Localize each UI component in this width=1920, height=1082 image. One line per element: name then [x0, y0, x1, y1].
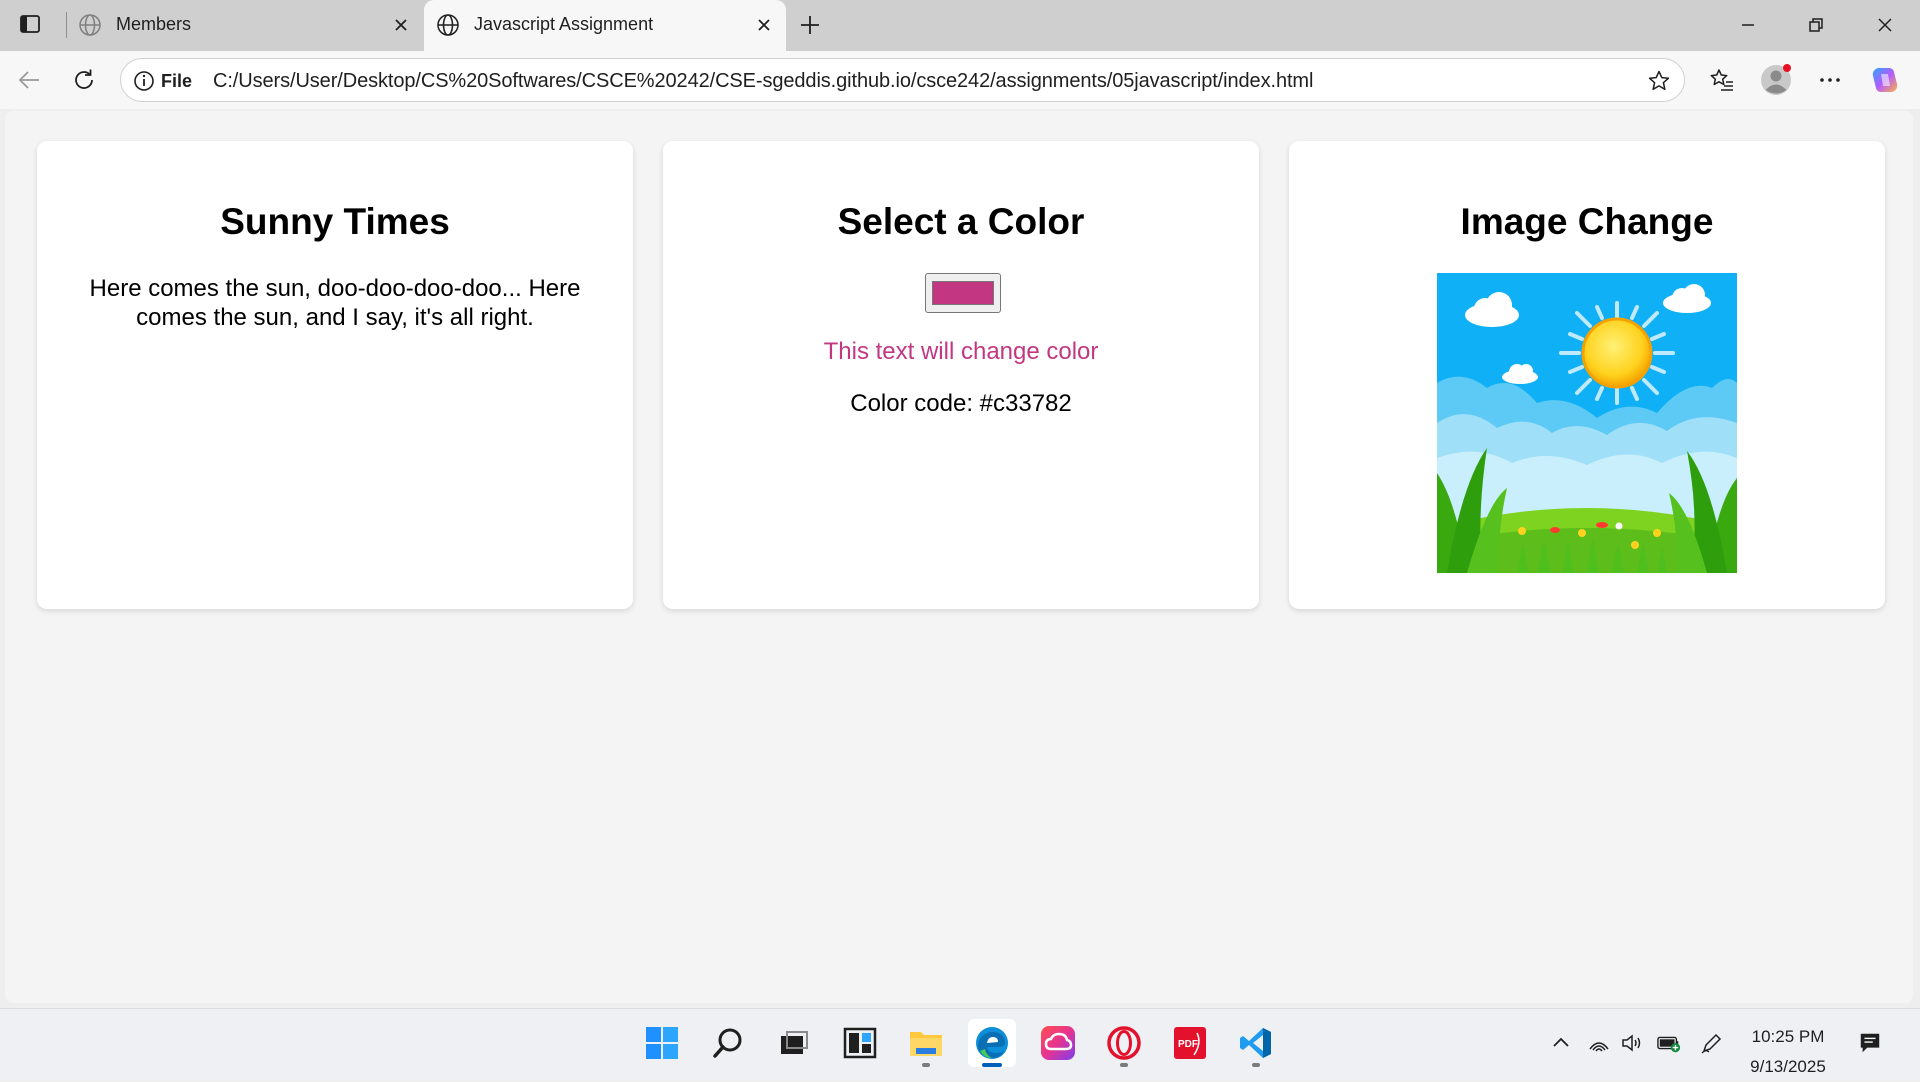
- battery-button[interactable]: [1657, 1031, 1681, 1055]
- tab-title: Javascript Assignment: [474, 14, 654, 34]
- clock-date: 9/13/2025: [1750, 1057, 1826, 1076]
- copilot-button[interactable]: [1867, 62, 1903, 98]
- url-text[interactable]: C:/Users/User/Desktop/CS%20Softwares/CSC…: [213, 70, 1313, 93]
- browser-toolbar: File C:/Users/User/Desktop/CS%20Software…: [0, 51, 1920, 109]
- opera-icon: [1107, 1026, 1141, 1060]
- running-indicator: [1120, 1063, 1128, 1067]
- lyrics-text: Here comes the sun, doo-doo-doo-doo... H…: [89, 275, 581, 331]
- chevron-up-icon: [1553, 1037, 1569, 1047]
- color-code-text: Color code: #c33782: [850, 390, 1072, 417]
- pen-icon: [1701, 1033, 1722, 1054]
- favorite-star-button[interactable]: [1646, 68, 1672, 94]
- more-icon: [1820, 78, 1840, 82]
- tab-actions-icon: [20, 15, 40, 33]
- running-indicator: [922, 1063, 930, 1067]
- favorites-list-icon: [1710, 69, 1733, 91]
- network-button[interactable]: [1587, 1031, 1611, 1055]
- opera-button[interactable]: [1100, 1019, 1148, 1067]
- select-color-card: Select a Color This text will change col…: [663, 141, 1259, 609]
- tab-title: Members: [116, 14, 192, 34]
- notification-icon: [1860, 1033, 1880, 1053]
- image-change-card: Image Change: [1289, 141, 1885, 609]
- profile-button[interactable]: [1758, 62, 1794, 98]
- restore-icon: [1809, 18, 1823, 32]
- search-icon: [713, 1028, 742, 1058]
- star-icon: [1648, 70, 1670, 91]
- color-swatch: [932, 281, 994, 305]
- site-info-button[interactable]: File: [133, 69, 192, 93]
- battery-charging-icon: [1657, 1036, 1681, 1053]
- widgets-button[interactable]: [836, 1019, 884, 1067]
- creative-cloud-icon: [1041, 1026, 1075, 1060]
- pen-menu-button[interactable]: [1700, 1031, 1724, 1055]
- start-button[interactable]: [638, 1019, 686, 1067]
- refresh-button[interactable]: [66, 62, 102, 98]
- show-hidden-icons-button[interactable]: [1549, 1031, 1573, 1055]
- restore-button[interactable]: [1794, 8, 1838, 42]
- back-button[interactable]: [12, 62, 48, 98]
- vscode-icon: [1240, 1028, 1271, 1058]
- globe-icon: [436, 13, 460, 37]
- address-bar[interactable]: File C:/Users/User/Desktop/CS%20Software…: [120, 58, 1685, 102]
- info-icon: [134, 71, 154, 91]
- tab-separator: [66, 12, 67, 38]
- running-indicator: [982, 1063, 1002, 1067]
- creative-cloud-button[interactable]: [1034, 1019, 1082, 1067]
- back-arrow-icon: [18, 71, 39, 89]
- wifi-icon: [1589, 1042, 1609, 1052]
- plus-icon: [801, 16, 819, 34]
- svg-text:PDF: PDF: [1178, 1039, 1198, 1050]
- vscode-button[interactable]: [1232, 1019, 1280, 1067]
- notifications-button[interactable]: [1858, 1031, 1882, 1055]
- avatar: [1761, 64, 1791, 95]
- sunny-times-card: Sunny Times Here comes the sun, doo-doo-…: [37, 141, 633, 609]
- close-window-button[interactable]: [1863, 8, 1907, 42]
- close-tab-icon[interactable]: [752, 13, 776, 37]
- sunny-meadow-image[interactable]: [1437, 273, 1737, 573]
- page-viewport: Sunny Times Here comes the sun, doo-doo-…: [5, 111, 1913, 1003]
- new-tab-button[interactable]: [796, 11, 824, 39]
- speaker-icon: [1622, 1034, 1641, 1052]
- browser-tab-strip: Members Javascript Assignment: [0, 0, 1920, 51]
- favorites-button[interactable]: [1704, 62, 1740, 98]
- refresh-icon: [75, 69, 93, 89]
- pdf-app-button[interactable]: PDF: [1166, 1019, 1214, 1067]
- tab-members[interactable]: Members: [68, 0, 423, 51]
- globe-icon: [78, 13, 102, 37]
- card-title: Image Change: [1460, 201, 1714, 242]
- task-view-button[interactable]: [770, 1019, 818, 1067]
- taskbar-clock[interactable]: 10:25 PM 9/13/2025: [1738, 1022, 1838, 1082]
- volume-button[interactable]: [1620, 1031, 1644, 1055]
- folder-icon: [910, 1032, 942, 1056]
- file-explorer-button[interactable]: [902, 1019, 950, 1067]
- color-change-text: This text will change color: [823, 338, 1099, 365]
- edge-taskbar-button[interactable]: [968, 1019, 1016, 1067]
- card-title: Sunny Times: [220, 201, 450, 242]
- minimize-button[interactable]: [1726, 8, 1770, 42]
- pdf-icon: PDF: [1174, 1027, 1206, 1059]
- minimize-icon: [1742, 24, 1754, 26]
- close-tab-icon[interactable]: [389, 13, 413, 37]
- widgets-icon: [843, 1027, 877, 1059]
- site-info-label: File: [161, 70, 193, 91]
- tab-javascript-assignment[interactable]: Javascript Assignment: [424, 0, 786, 51]
- search-button[interactable]: [704, 1019, 752, 1067]
- card-title: Select a Color: [837, 201, 1085, 242]
- more-options-button[interactable]: [1812, 62, 1848, 98]
- tab-actions-menu-button[interactable]: [17, 11, 43, 37]
- windows-taskbar: PDF 10:25 PM 9/13/2025: [0, 1008, 1920, 1081]
- running-indicator: [1252, 1063, 1260, 1067]
- task-view-icon: [781, 1031, 808, 1054]
- close-icon: [1878, 18, 1892, 32]
- edge-icon: [976, 1027, 1008, 1059]
- clock-time: 10:25 PM: [1751, 1027, 1825, 1046]
- copilot-icon: [1872, 68, 1898, 92]
- color-picker-input[interactable]: [925, 273, 1001, 313]
- windows-start-icon: [646, 1027, 678, 1059]
